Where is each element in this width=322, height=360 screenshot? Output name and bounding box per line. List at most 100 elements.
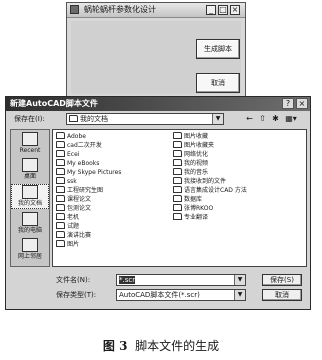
file-name-value: *.scr bbox=[119, 276, 136, 284]
maximize-button[interactable]: □ bbox=[218, 5, 228, 15]
list-item[interactable]: 演讲比赛 bbox=[56, 231, 91, 239]
folder-icon bbox=[173, 213, 182, 220]
dialog-title: 新建AutoCAD脚本文件 bbox=[10, 99, 98, 108]
list-item[interactable]: 张博RKOO bbox=[173, 204, 213, 212]
dialog-close-button[interactable]: × bbox=[296, 98, 308, 109]
file-type-dropdown[interactable]: AutoCAD脚本文件(*.scr) ▼ bbox=[116, 289, 246, 301]
figure-caption-text: 脚本文件的生成 bbox=[135, 339, 220, 353]
file-type-value: AutoCAD脚本文件(*.scr) bbox=[119, 291, 200, 299]
file-name: 图片收藏 bbox=[184, 133, 209, 140]
folder-icon bbox=[56, 150, 65, 157]
file-name: cad二次开发 bbox=[67, 142, 102, 149]
folder-icon bbox=[56, 222, 65, 229]
file-name: 包测论文 bbox=[67, 205, 92, 212]
list-item[interactable]: 数据库 bbox=[173, 195, 202, 203]
folder-icon bbox=[173, 159, 182, 166]
folder-icon bbox=[56, 204, 65, 211]
folder-icon bbox=[173, 132, 182, 139]
up-folder-icon[interactable]: ⇧ bbox=[257, 113, 268, 124]
file-name-label: 文件名(N): bbox=[56, 276, 91, 284]
chevron-down-icon: ▼ bbox=[234, 290, 245, 300]
list-item[interactable]: 老机 bbox=[56, 213, 79, 221]
list-item[interactable]: Ecei bbox=[56, 150, 79, 158]
folder-icon bbox=[173, 150, 182, 157]
list-item[interactable]: 专业翻译 bbox=[173, 213, 208, 221]
file-name: 语言集成设计CAD 方法 bbox=[184, 187, 247, 194]
generator-window: 蜗轮蜗杆参数化设计 _ □ × 生成脚本 取消 bbox=[66, 2, 246, 97]
folder-icon bbox=[56, 231, 65, 238]
list-item[interactable]: 课程论文 bbox=[56, 195, 91, 203]
list-item[interactable]: ssk bbox=[56, 177, 77, 185]
folder-icon bbox=[56, 141, 65, 148]
list-item[interactable]: My eBooks bbox=[56, 159, 99, 167]
list-item[interactable]: cad二次开发 bbox=[56, 141, 102, 149]
folder-icon bbox=[56, 177, 65, 184]
place-label: 我的电脑 bbox=[17, 227, 42, 234]
file-name: 演讲比赛 bbox=[67, 232, 92, 239]
list-item[interactable]: 我的音乐 bbox=[173, 168, 208, 176]
folder-icon bbox=[56, 132, 65, 139]
dialog-title-bar[interactable]: 新建AutoCAD脚本文件 ? × bbox=[6, 97, 310, 111]
list-item[interactable]: 图片 bbox=[56, 240, 79, 248]
file-name: 老机 bbox=[67, 214, 80, 221]
place-my-documents[interactable]: 我的文档 bbox=[11, 184, 49, 209]
folder-icon bbox=[173, 141, 182, 148]
save-dialog: 新建AutoCAD脚本文件 ? × 保存在(I): 我的文档 ▼ ← ⇧ ✱ ▦… bbox=[5, 96, 311, 310]
file-name: 试题 bbox=[67, 223, 80, 230]
file-list[interactable]: Adobe cad二次开发 Ecei My eBooks My Skype Pi… bbox=[52, 129, 307, 267]
figure-caption: 图 3 脚本文件的生成 bbox=[0, 338, 322, 354]
file-name: 专业翻译 bbox=[184, 214, 209, 221]
place-recent[interactable]: Recent bbox=[11, 132, 49, 155]
file-name: 数据库 bbox=[184, 196, 203, 203]
list-item[interactable]: My Skype Pictures bbox=[56, 168, 121, 176]
file-name: ssk bbox=[67, 178, 77, 185]
chevron-down-icon: ▼ bbox=[212, 114, 223, 124]
list-item[interactable]: 试题 bbox=[56, 222, 79, 230]
list-item[interactable]: 语言集成设计CAD 方法 bbox=[173, 186, 247, 194]
folder-icon bbox=[173, 186, 182, 193]
list-item[interactable]: 图片收藏夹 bbox=[173, 141, 214, 149]
file-name: 课程论文 bbox=[67, 196, 92, 203]
save-in-label: 保存在(I): bbox=[14, 115, 45, 123]
folder-icon bbox=[56, 213, 65, 220]
list-item[interactable]: 我的视频 bbox=[173, 159, 208, 167]
views-menu-icon[interactable]: ▦▾ bbox=[283, 113, 299, 124]
list-item[interactable]: 我接收到的文件 bbox=[173, 177, 226, 185]
list-item[interactable]: Adobe bbox=[56, 132, 86, 140]
place-desktop[interactable]: 桌面 bbox=[11, 158, 49, 181]
back-icon[interactable]: ← bbox=[244, 113, 255, 124]
folder-icon bbox=[173, 204, 182, 211]
close-button[interactable]: × bbox=[230, 5, 240, 15]
folder-icon bbox=[173, 195, 182, 202]
save-button[interactable]: 保存(S) bbox=[262, 274, 302, 286]
file-name: Ecei bbox=[67, 151, 80, 158]
generate-script-button[interactable]: 生成脚本 bbox=[196, 39, 240, 59]
place-network[interactable]: 网上邻居 bbox=[11, 238, 49, 261]
file-name: 我的视频 bbox=[184, 160, 209, 167]
list-item[interactable]: 包测论文 bbox=[56, 204, 91, 212]
generator-title-bar[interactable]: 蜗轮蜗杆参数化设计 _ □ × bbox=[67, 3, 245, 18]
folder-icon bbox=[56, 159, 65, 166]
save-in-value: 我的文档 bbox=[80, 115, 108, 123]
file-name: My Skype Pictures bbox=[67, 169, 122, 176]
file-name: 我的音乐 bbox=[184, 169, 209, 176]
place-label: Recent bbox=[19, 147, 41, 154]
save-in-dropdown[interactable]: 我的文档 ▼ bbox=[66, 113, 224, 125]
place-my-computer[interactable]: 我的电脑 bbox=[11, 212, 49, 235]
file-name: 我接收到的文件 bbox=[184, 178, 227, 185]
place-label: 网上邻居 bbox=[17, 253, 42, 260]
dialog-cancel-button[interactable]: 取消 bbox=[262, 289, 302, 301]
list-item[interactable]: 图片收藏 bbox=[173, 132, 208, 140]
minimize-button[interactable]: _ bbox=[206, 5, 216, 15]
file-name-field[interactable]: *.scr ▼ bbox=[116, 274, 246, 286]
generator-window-title: 蜗轮蜗杆参数化设计 bbox=[84, 5, 156, 14]
file-name: My eBooks bbox=[67, 160, 100, 167]
help-button[interactable]: ? bbox=[282, 98, 294, 109]
list-item[interactable]: 工程研究生图 bbox=[56, 186, 103, 194]
folder-icon bbox=[56, 240, 65, 247]
cancel-button[interactable]: 取消 bbox=[196, 73, 240, 93]
folder-icon bbox=[173, 177, 182, 184]
new-folder-icon[interactable]: ✱ bbox=[270, 113, 281, 124]
list-item[interactable]: 网络优化 bbox=[173, 150, 208, 158]
file-name: 图片 bbox=[67, 241, 80, 248]
